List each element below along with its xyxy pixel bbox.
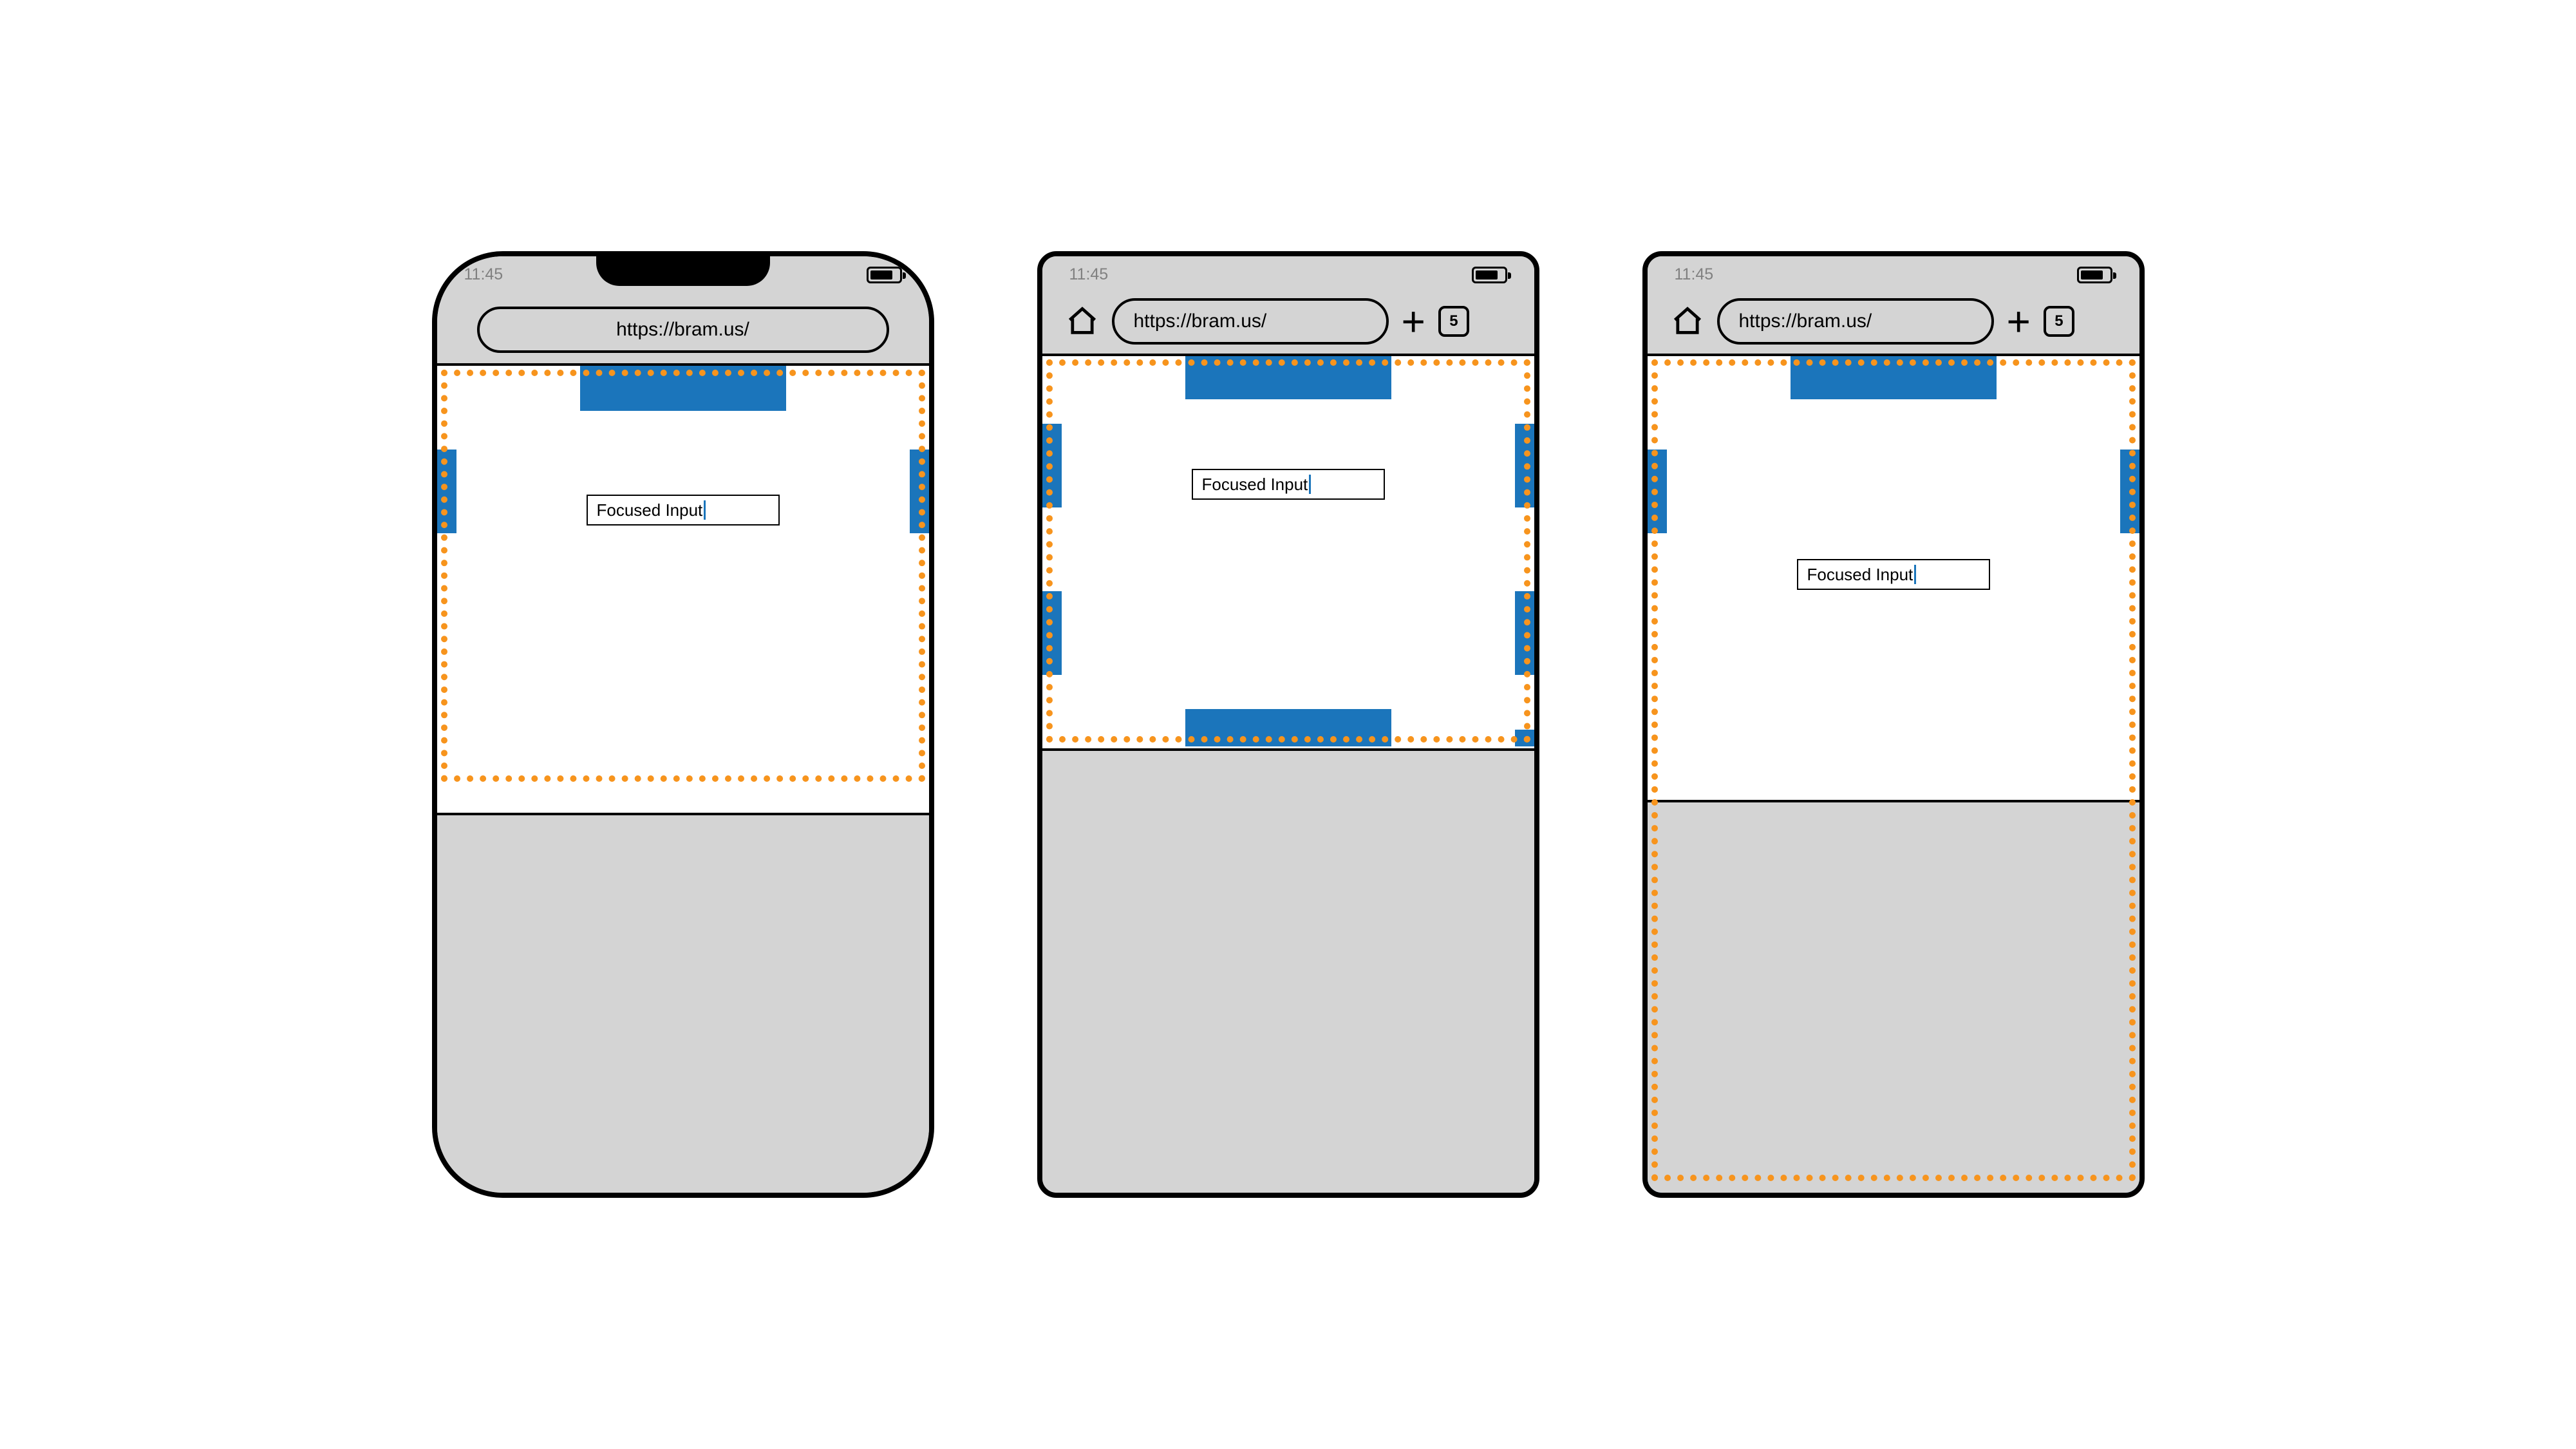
visual-viewport-outline	[441, 370, 925, 782]
url-bar-row: https://bram.us/ + 5	[1042, 298, 1534, 345]
battery-icon	[2077, 267, 2112, 283]
text-cursor	[1914, 565, 1916, 584]
visual-viewport-outline	[1046, 359, 1530, 743]
device-android-overlay: 11:45 https://bram.us/ + 5 Focused Input	[1642, 251, 2145, 1198]
text-cursor	[704, 500, 706, 520]
fixed-bottom-stub	[1515, 730, 1534, 746]
input-value: Focused Input	[597, 500, 703, 520]
fixed-left-upper	[1648, 450, 1667, 533]
fixed-right-upper	[2120, 450, 2139, 533]
home-icon[interactable]	[1671, 305, 1704, 338]
status-time: 11:45	[1675, 265, 1714, 284]
device-iphone-safari: 11:45 https://bram.us/ Focused Input	[432, 251, 934, 1198]
status-time: 11:45	[1069, 265, 1109, 284]
status-time: 11:45	[464, 265, 503, 284]
input-value: Focused Input	[1807, 565, 1913, 585]
new-tab-icon[interactable]: +	[2007, 301, 2031, 342]
battery-icon	[1472, 267, 1507, 283]
device-android-resize: 11:45 https://bram.us/ + 5 Focused Input	[1037, 251, 1539, 1198]
battery-icon	[867, 267, 902, 283]
fixed-right-upper	[1515, 424, 1534, 507]
fixed-top-bar	[1185, 356, 1391, 399]
url-bar-row: https://bram.us/	[437, 307, 929, 353]
status-bar: 11:45	[1042, 265, 1534, 284]
fixed-right-lower	[1515, 591, 1534, 675]
fixed-top-bar	[580, 366, 786, 411]
tab-count-button[interactable]: 5	[2044, 306, 2074, 337]
fixed-top-bar	[1791, 356, 1997, 399]
fixed-bottom-bar	[1185, 709, 1391, 746]
device-notch	[596, 251, 770, 286]
virtual-keyboard[interactable]	[437, 813, 929, 1193]
status-bar: 11:45	[1648, 265, 2139, 284]
url-text: https://bram.us/	[616, 319, 749, 341]
tab-count-button[interactable]: 5	[1438, 306, 1469, 337]
text-cursor	[1309, 475, 1311, 494]
virtual-keyboard[interactable]	[1648, 800, 2139, 1193]
url-bar[interactable]: https://bram.us/	[1112, 298, 1389, 345]
browser-chrome: 11:45 https://bram.us/ + 5	[1648, 256, 2139, 356]
fixed-right-upper	[910, 450, 929, 533]
url-bar[interactable]: https://bram.us/	[1717, 298, 1994, 345]
url-text: https://bram.us/	[1134, 310, 1267, 332]
fixed-left-upper	[1042, 424, 1062, 507]
home-icon[interactable]	[1066, 305, 1099, 338]
focused-input[interactable]: Focused Input	[1192, 469, 1385, 500]
new-tab-icon[interactable]: +	[1402, 301, 1425, 342]
virtual-keyboard[interactable]	[1042, 748, 1534, 1193]
browser-chrome: 11:45 https://bram.us/ + 5	[1042, 256, 1534, 356]
focused-input[interactable]: Focused Input	[587, 495, 780, 526]
fixed-left-upper	[437, 450, 456, 533]
url-text: https://bram.us/	[1739, 310, 1872, 332]
url-bar[interactable]: https://bram.us/	[477, 307, 889, 353]
url-bar-row: https://bram.us/ + 5	[1648, 298, 2139, 345]
focused-input[interactable]: Focused Input	[1797, 559, 1990, 590]
fixed-left-lower	[1042, 591, 1062, 675]
input-value: Focused Input	[1202, 475, 1308, 495]
